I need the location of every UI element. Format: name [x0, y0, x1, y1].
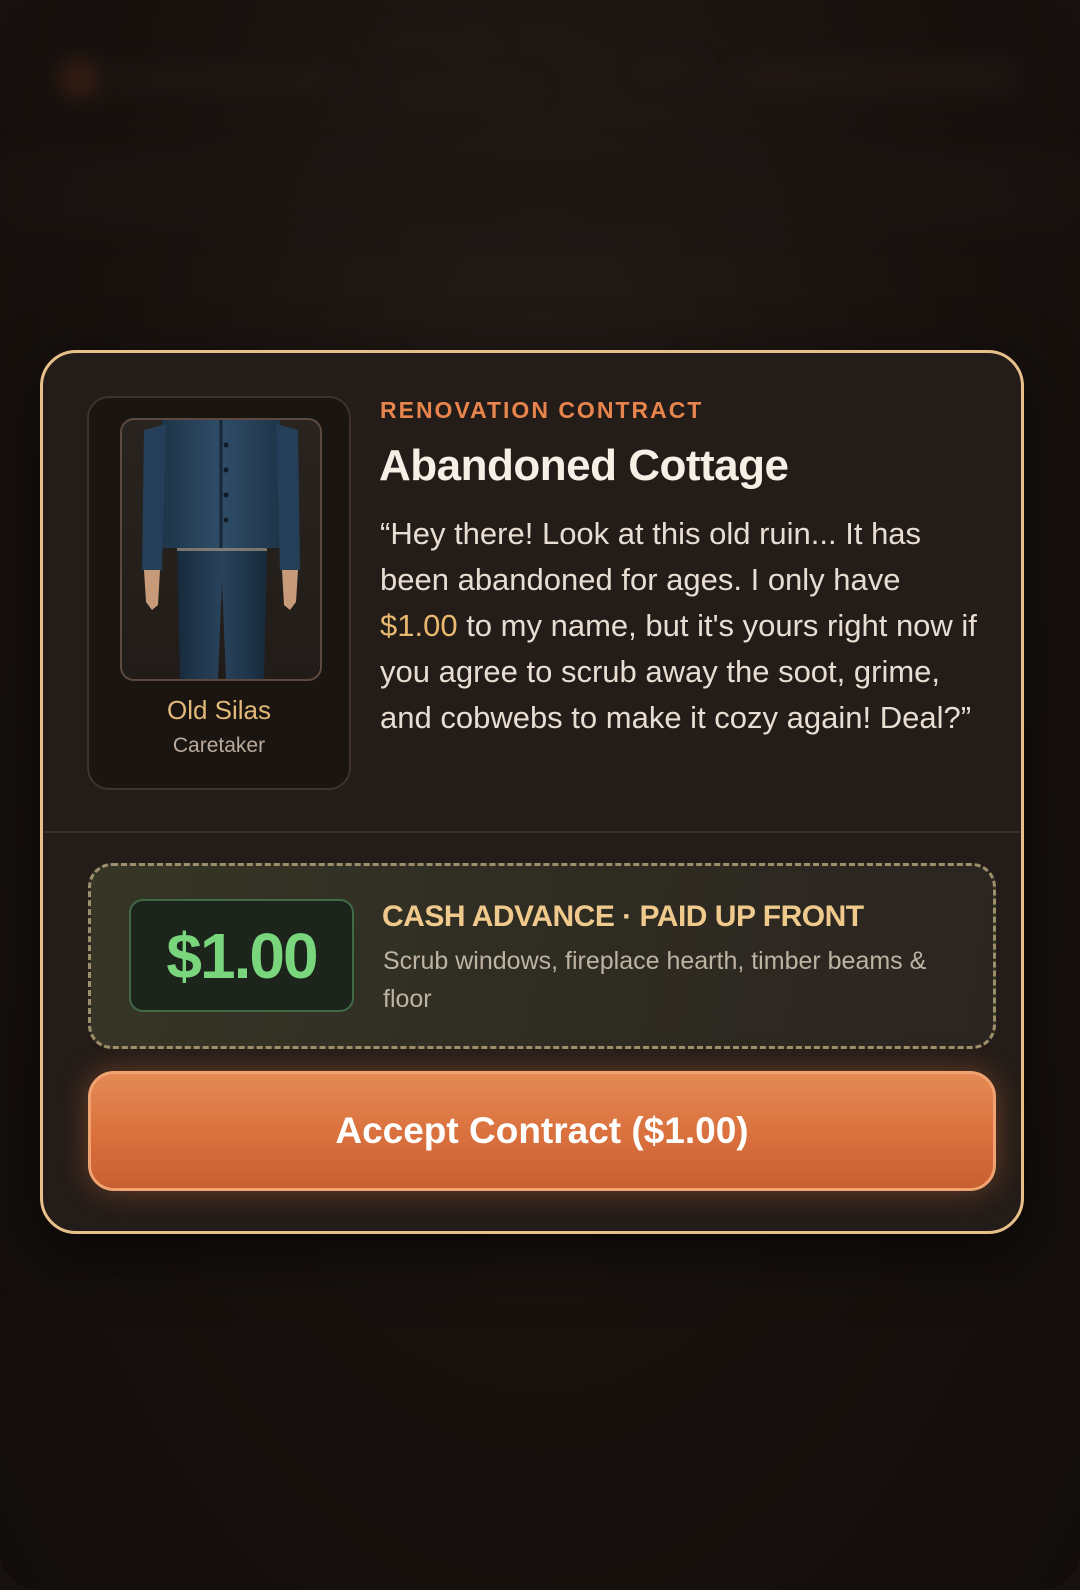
character-portrait-icon	[120, 418, 322, 681]
cash-advance-box: $1.00 CASH ADVANCE · PAID UP FRONT Scrub…	[88, 863, 996, 1049]
npc-role: Caretaker	[172, 734, 266, 757]
cash-title: CASH ADVANCE · PAID UP FRONT	[382, 900, 864, 933]
cash-description: Scrub windows, fireplace hearth, timber …	[383, 947, 927, 1013]
background-coin-icon	[58, 58, 100, 100]
contract-modal: Old Silas Caretaker RENOVATION CONTRACT …	[40, 350, 1024, 1234]
game-screen: Old Silas Caretaker RENOVATION CONTRACT …	[0, 0, 1080, 1590]
background-element	[110, 66, 340, 92]
cash-amount: $1.00	[129, 899, 354, 1012]
divider	[43, 831, 1021, 833]
dialogue-amount: $1.00	[380, 608, 458, 643]
background-element	[640, 58, 700, 78]
accept-contract-button[interactable]: Accept Contract ($1.00)	[88, 1071, 996, 1191]
npc-card: Old Silas Caretaker	[87, 396, 351, 790]
background-element	[740, 58, 1020, 96]
npc-dialogue: “Hey there! Look at this old ruin... It …	[380, 511, 980, 741]
blurred-background-hud	[0, 0, 1080, 340]
background-element	[0, 150, 1080, 230]
contract-title: Abandoned Cottage	[379, 441, 789, 490]
dialogue-text: “Hey there! Look at this old ruin... It …	[380, 516, 922, 597]
background-element	[395, 80, 535, 100]
dialogue-text: to my name, but it's yours right now if …	[380, 608, 977, 735]
background-element	[385, 30, 495, 52]
npc-name: Old Silas	[166, 695, 272, 725]
contract-kicker: RENOVATION CONTRACT	[380, 397, 704, 423]
